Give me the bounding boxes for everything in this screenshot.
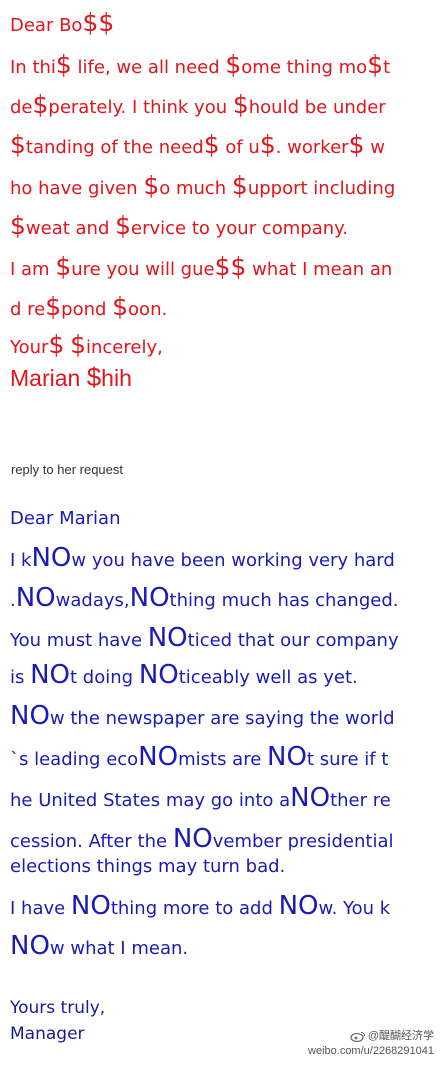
letter2-line: NOw the newspaper are saying the world [10,701,395,731]
weibo-watermark: @醍醐经济学 weibo.com/u/2268291041 [308,1029,434,1059]
watermark-url: weibo.com/u/2268291041 [308,1045,434,1058]
letter2-line: Dear Marian [10,508,121,529]
letter1-line: In thi$ life, we all need $ome thing mo$… [10,50,391,79]
letter2-line: he United States may go into aNOther re [10,783,391,813]
letter1-line: d re$pond $oon. [10,292,168,321]
letter1-line: Your$ $incerely, [10,330,163,359]
letter2-line: You must have NOticed that our company [10,623,399,653]
letter2-line: .NOwadays,NOthing much has changed. [10,583,399,613]
watermark-handle: @醍醐经济学 [367,1030,434,1043]
reply-label: reply to her request [11,462,124,477]
closing-yours-truly: Yours truly, [10,998,106,1018]
letter2-line: I kNOw you have been working very hard [10,543,395,573]
closing-manager: Manager [10,1024,85,1044]
letter1-line: $tanding of the need$ of u$. worker$ w [10,130,385,159]
signature-marian: Marian $hih [10,362,132,392]
letter2-line: cession. After the NOvember presidential [10,824,394,854]
letter2-line: `s leading ecoNOmists are NOt sure if t [10,742,389,772]
weibo-icon [350,1031,365,1042]
letter2-line: I have NOthing more to add NOw. You k [10,891,391,921]
letter1-line: Dear Bo$$ [10,8,115,37]
letter2-line: NOw what I mean. [10,931,189,961]
letter2-line: elections things may turn bad. [10,856,286,877]
letter1-line: de$perately. I think you $hould be under [10,90,386,119]
letter1-line: I am $ure you will gue$$ what I mean an [10,252,393,281]
letter1-line: ho have given $o much $upport including [10,171,396,200]
letter2-line: is NOt doing NOticeably well as yet. [10,660,358,690]
letter1-line: $weat and $ervice to your company. [10,211,348,240]
